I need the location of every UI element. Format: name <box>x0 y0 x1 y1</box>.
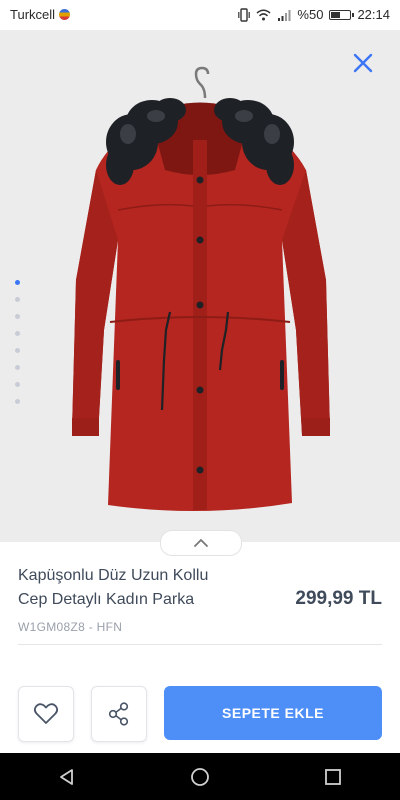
close-icon[interactable] <box>350 50 376 76</box>
gallery-dot[interactable] <box>15 314 20 319</box>
carrier-name: Turkcell <box>10 7 56 22</box>
product-title-line-1: Kapüşonlu Düz Uzun Kollu <box>18 567 209 584</box>
product-sku: W1GM08Z8 - HFN <box>18 620 123 634</box>
carrier-logo-icon <box>59 9 71 20</box>
divider <box>18 644 382 645</box>
battery-text: %50 <box>297 7 324 22</box>
favorite-button[interactable] <box>18 686 74 742</box>
system-navigation-bar <box>0 753 400 800</box>
home-circle-icon <box>191 767 209 786</box>
heart-icon <box>33 703 59 724</box>
recents-button[interactable] <box>303 753 363 800</box>
share-icon <box>108 702 129 726</box>
wifi-icon <box>256 9 271 20</box>
product-image-gallery[interactable] <box>0 30 400 542</box>
vibrate-icon <box>238 7 251 22</box>
add-to-cart-button[interactable]: SEPETE EKLE <box>164 686 382 740</box>
gallery-dot[interactable] <box>15 331 20 336</box>
recents-square-icon <box>325 768 342 785</box>
expand-details-button[interactable] <box>160 530 242 556</box>
product-title: Kapüşonlu Düz Uzun Kollu Cep Detaylı Kad… <box>18 564 268 612</box>
product-price: 299,99 TL <box>295 588 382 609</box>
product-title-line-2: Cep Detaylı Kadın Parka <box>18 591 195 608</box>
product-image <box>72 66 330 512</box>
gallery-dot[interactable] <box>15 280 20 285</box>
gallery-dot[interactable] <box>15 382 20 387</box>
action-bar: SEPETE EKLE <box>0 682 400 752</box>
gallery-dot[interactable] <box>15 365 20 370</box>
back-triangle-icon <box>59 768 73 785</box>
chevron-up-icon <box>194 539 208 547</box>
home-button[interactable] <box>170 753 230 800</box>
back-button[interactable] <box>37 753 97 800</box>
status-bar: Turkcell %50 22:14 <box>0 0 400 30</box>
gallery-dot[interactable] <box>15 399 20 404</box>
gallery-pagination <box>15 280 20 404</box>
signal-icon <box>278 9 291 21</box>
carrier: Turkcell <box>10 7 71 22</box>
share-button[interactable] <box>91 686 147 742</box>
battery-icon <box>329 9 355 20</box>
status-icons: %50 22:14 <box>238 7 390 22</box>
clock: 22:14 <box>357 7 390 22</box>
gallery-dot[interactable] <box>15 297 20 302</box>
battery-level <box>331 11 340 18</box>
gallery-dot[interactable] <box>15 348 20 353</box>
product-info: Kapüşonlu Düz Uzun Kollu Cep Detaylı Kad… <box>0 542 400 682</box>
